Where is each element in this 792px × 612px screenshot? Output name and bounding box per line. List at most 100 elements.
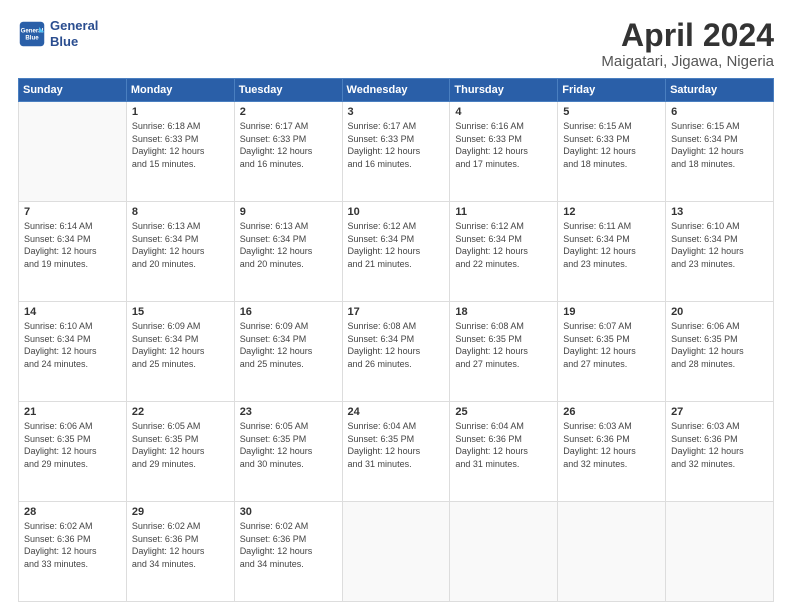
table-row: 13 Sunrise: 6:10 AM Sunset: 6:34 PM Dayli… — [666, 202, 774, 302]
day-info: Sunrise: 6:13 AM Sunset: 6:34 PM Dayligh… — [240, 220, 337, 270]
day-number: 30 — [240, 506, 337, 518]
table-row: 2Sunrise: 6:17 AM Sunset: 6:33 PM Daylig… — [234, 102, 342, 202]
day-number: 9 — [240, 206, 337, 218]
table-row: 3Sunrise: 6:17 AM Sunset: 6:33 PM Daylig… — [342, 102, 450, 202]
day-number: 6 — [671, 106, 768, 118]
calendar-table: Sunday Monday Tuesday Wednesday Thursday… — [18, 78, 774, 602]
day-info: Sunrise: 6:10 AM Sunset: 6:34 PM Dayligh… — [24, 320, 121, 370]
day-number: 1 — [132, 106, 229, 118]
day-number: 16 — [240, 306, 337, 318]
day-number: 14 — [24, 306, 121, 318]
day-number: 26 — [563, 406, 660, 418]
table-row: 24 Sunrise: 6:04 AM Sunset: 6:35 PM Dayli… — [342, 402, 450, 502]
calendar-week-row: 7Sunrise: 6:14 AM Sunset: 6:34 PM Daylig… — [19, 202, 774, 302]
col-monday: Monday — [126, 79, 234, 102]
col-tuesday: Tuesday — [234, 79, 342, 102]
day-info: Sunrise: 6:04 AM Sunset: 6:36 PM Dayligh… — [455, 420, 552, 470]
day-info: Sunrise: 6:18 AM Sunset: 6:33 PM Dayligh… — [132, 120, 229, 170]
day-info: Sunrise: 6:12 AM Sunset: 6:34 PM Dayligh… — [348, 220, 445, 270]
day-info: Sunrise: 6:15 AM Sunset: 6:33 PM Dayligh… — [563, 120, 660, 170]
day-info: Sunrise: 6:15 AM Sunset: 6:34 PM Dayligh… — [671, 120, 768, 170]
day-number: 23 — [240, 406, 337, 418]
table-row: 27 Sunrise: 6:03 AM Sunset: 6:36 PM Dayli… — [666, 402, 774, 502]
month-title: April 2024 — [601, 18, 774, 53]
table-row: 6 Sunrise: 6:15 AM Sunset: 6:34 PM Daylig… — [666, 102, 774, 202]
table-row: 25 Sunrise: 6:04 AM Sunset: 6:36 PM Dayli… — [450, 402, 558, 502]
calendar-header-row: Sunday Monday Tuesday Wednesday Thursday… — [19, 79, 774, 102]
day-number: 10 — [348, 206, 445, 218]
logo-icon: General Blue — [18, 20, 46, 48]
calendar-week-row: 21 Sunrise: 6:06 AM Sunset: 6:35 PM Dayli… — [19, 402, 774, 502]
col-saturday: Saturday — [666, 79, 774, 102]
day-number: 13 — [671, 206, 768, 218]
table-row: 8Sunrise: 6:13 AM Sunset: 6:34 PM Daylig… — [126, 202, 234, 302]
day-number: 21 — [24, 406, 121, 418]
table-row: 18 Sunrise: 6:08 AM Sunset: 6:35 PM Dayli… — [450, 302, 558, 402]
page: General Blue General Blue April 2024 Mai… — [0, 0, 792, 612]
day-info: Sunrise: 6:08 AM Sunset: 6:35 PM Dayligh… — [455, 320, 552, 370]
day-info: Sunrise: 6:06 AM Sunset: 6:35 PM Dayligh… — [24, 420, 121, 470]
day-info: Sunrise: 6:06 AM Sunset: 6:35 PM Dayligh… — [671, 320, 768, 370]
day-number: 18 — [455, 306, 552, 318]
col-wednesday: Wednesday — [342, 79, 450, 102]
day-info: Sunrise: 6:16 AM Sunset: 6:33 PM Dayligh… — [455, 120, 552, 170]
day-number: 25 — [455, 406, 552, 418]
day-info: Sunrise: 6:02 AM Sunset: 6:36 PM Dayligh… — [240, 520, 337, 570]
table-row: 19 Sunrise: 6:07 AM Sunset: 6:35 PM Dayli… — [558, 302, 666, 402]
day-number: 8 — [132, 206, 229, 218]
table-row: 29Sunrise: 6:02 AM Sunset: 6:36 PM Dayli… — [126, 502, 234, 602]
day-number: 27 — [671, 406, 768, 418]
table-row: 4 Sunrise: 6:16 AM Sunset: 6:33 PM Daylig… — [450, 102, 558, 202]
table-row: 7Sunrise: 6:14 AM Sunset: 6:34 PM Daylig… — [19, 202, 127, 302]
table-row: 11 Sunrise: 6:12 AM Sunset: 6:34 PM Dayli… — [450, 202, 558, 302]
table-row: 5Sunrise: 6:15 AM Sunset: 6:33 PM Daylig… — [558, 102, 666, 202]
table-row: 16Sunrise: 6:09 AM Sunset: 6:34 PM Dayli… — [234, 302, 342, 402]
day-info: Sunrise: 6:08 AM Sunset: 6:34 PM Dayligh… — [348, 320, 445, 370]
col-thursday: Thursday — [450, 79, 558, 102]
day-number: 4 — [455, 106, 552, 118]
day-number: 12 — [563, 206, 660, 218]
day-info: Sunrise: 6:07 AM Sunset: 6:35 PM Dayligh… — [563, 320, 660, 370]
day-info: Sunrise: 6:09 AM Sunset: 6:34 PM Dayligh… — [132, 320, 229, 370]
table-row: 30 Sunrise: 6:02 AM Sunset: 6:36 PM Dayli… — [234, 502, 342, 602]
day-info: Sunrise: 6:04 AM Sunset: 6:35 PM Dayligh… — [348, 420, 445, 470]
table-row — [558, 502, 666, 602]
header: General Blue General Blue April 2024 Mai… — [18, 18, 774, 70]
table-row: 9 Sunrise: 6:13 AM Sunset: 6:34 PM Daylig… — [234, 202, 342, 302]
day-info: Sunrise: 6:17 AM Sunset: 6:33 PM Dayligh… — [348, 120, 445, 170]
table-row: 15Sunrise: 6:09 AM Sunset: 6:34 PM Dayli… — [126, 302, 234, 402]
table-row: 26 Sunrise: 6:03 AM Sunset: 6:36 PM Dayli… — [558, 402, 666, 502]
day-info: Sunrise: 6:03 AM Sunset: 6:36 PM Dayligh… — [563, 420, 660, 470]
day-number: 20 — [671, 306, 768, 318]
day-info: Sunrise: 6:05 AM Sunset: 6:35 PM Dayligh… — [240, 420, 337, 470]
table-row: 14 Sunrise: 6:10 AM Sunset: 6:34 PM Dayli… — [19, 302, 127, 402]
day-info: Sunrise: 6:05 AM Sunset: 6:35 PM Dayligh… — [132, 420, 229, 470]
day-info: Sunrise: 6:12 AM Sunset: 6:34 PM Dayligh… — [455, 220, 552, 270]
table-row: 10 Sunrise: 6:12 AM Sunset: 6:34 PM Dayli… — [342, 202, 450, 302]
day-info: Sunrise: 6:10 AM Sunset: 6:34 PM Dayligh… — [671, 220, 768, 270]
day-number: 7 — [24, 206, 121, 218]
calendar-week-row: 28Sunrise: 6:02 AM Sunset: 6:36 PM Dayli… — [19, 502, 774, 602]
table-row: 23 Sunrise: 6:05 AM Sunset: 6:35 PM Dayli… — [234, 402, 342, 502]
calendar-week-row: 1 Sunrise: 6:18 AM Sunset: 6:33 PM Daylig… — [19, 102, 774, 202]
table-row: 21 Sunrise: 6:06 AM Sunset: 6:35 PM Dayli… — [19, 402, 127, 502]
day-number: 17 — [348, 306, 445, 318]
table-row — [342, 502, 450, 602]
svg-text:Blue: Blue — [25, 34, 39, 41]
day-number: 2 — [240, 106, 337, 118]
table-row — [450, 502, 558, 602]
day-number: 11 — [455, 206, 552, 218]
day-number: 24 — [348, 406, 445, 418]
table-row: 17 Sunrise: 6:08 AM Sunset: 6:34 PM Dayli… — [342, 302, 450, 402]
logo: General Blue General Blue — [18, 18, 98, 49]
table-row: 1 Sunrise: 6:18 AM Sunset: 6:33 PM Daylig… — [126, 102, 234, 202]
logo-text-line2: Blue — [50, 34, 98, 50]
day-number: 19 — [563, 306, 660, 318]
table-row — [19, 102, 127, 202]
table-row: 28Sunrise: 6:02 AM Sunset: 6:36 PM Dayli… — [19, 502, 127, 602]
logo-text-line1: General — [50, 18, 98, 34]
day-number: 22 — [132, 406, 229, 418]
day-info: Sunrise: 6:03 AM Sunset: 6:36 PM Dayligh… — [671, 420, 768, 470]
day-info: Sunrise: 6:11 AM Sunset: 6:34 PM Dayligh… — [563, 220, 660, 270]
day-info: Sunrise: 6:02 AM Sunset: 6:36 PM Dayligh… — [24, 520, 121, 570]
